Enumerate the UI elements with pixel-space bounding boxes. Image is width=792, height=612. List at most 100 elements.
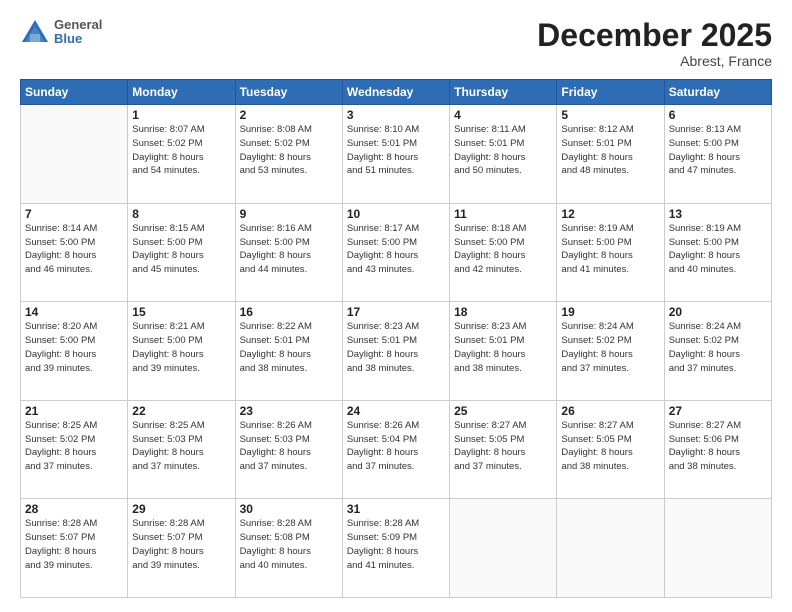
day-number: 13 [669, 207, 767, 221]
table-row: 17Sunrise: 8:23 AMSunset: 5:01 PMDayligh… [342, 302, 449, 401]
day-number: 8 [132, 207, 230, 221]
day-info: Sunrise: 8:28 AMSunset: 5:07 PMDaylight:… [132, 517, 230, 572]
day-info: Sunrise: 8:19 AMSunset: 5:00 PMDaylight:… [561, 222, 659, 277]
day-info: Sunrise: 8:12 AMSunset: 5:01 PMDaylight:… [561, 123, 659, 178]
day-info: Sunrise: 8:23 AMSunset: 5:01 PMDaylight:… [454, 320, 552, 375]
day-number: 21 [25, 404, 123, 418]
col-wednesday: Wednesday [342, 80, 449, 105]
title-block: December 2025 Abrest, France [537, 18, 772, 69]
calendar-week-row: 21Sunrise: 8:25 AMSunset: 5:02 PMDayligh… [21, 400, 772, 499]
table-row: 13Sunrise: 8:19 AMSunset: 5:00 PMDayligh… [664, 203, 771, 302]
table-row: 5Sunrise: 8:12 AMSunset: 5:01 PMDaylight… [557, 105, 664, 204]
table-row: 21Sunrise: 8:25 AMSunset: 5:02 PMDayligh… [21, 400, 128, 499]
logo-general-label: General [54, 18, 102, 32]
table-row: 11Sunrise: 8:18 AMSunset: 5:00 PMDayligh… [450, 203, 557, 302]
day-number: 14 [25, 305, 123, 319]
day-number: 31 [347, 502, 445, 516]
calendar-table: Sunday Monday Tuesday Wednesday Thursday… [20, 79, 772, 598]
day-number: 4 [454, 108, 552, 122]
day-number: 2 [240, 108, 338, 122]
day-info: Sunrise: 8:25 AMSunset: 5:02 PMDaylight:… [25, 419, 123, 474]
day-info: Sunrise: 8:19 AMSunset: 5:00 PMDaylight:… [669, 222, 767, 277]
col-thursday: Thursday [450, 80, 557, 105]
day-info: Sunrise: 8:16 AMSunset: 5:00 PMDaylight:… [240, 222, 338, 277]
day-number: 26 [561, 404, 659, 418]
table-row: 1Sunrise: 8:07 AMSunset: 5:02 PMDaylight… [128, 105, 235, 204]
header: General Blue December 2025 Abrest, Franc… [20, 18, 772, 69]
logo-icon [20, 18, 50, 46]
table-row: 30Sunrise: 8:28 AMSunset: 5:08 PMDayligh… [235, 499, 342, 598]
calendar-week-row: 7Sunrise: 8:14 AMSunset: 5:00 PMDaylight… [21, 203, 772, 302]
day-number: 30 [240, 502, 338, 516]
page: General Blue December 2025 Abrest, Franc… [0, 0, 792, 612]
col-saturday: Saturday [664, 80, 771, 105]
day-info: Sunrise: 8:24 AMSunset: 5:02 PMDaylight:… [561, 320, 659, 375]
table-row: 31Sunrise: 8:28 AMSunset: 5:09 PMDayligh… [342, 499, 449, 598]
day-info: Sunrise: 8:07 AMSunset: 5:02 PMDaylight:… [132, 123, 230, 178]
table-row: 29Sunrise: 8:28 AMSunset: 5:07 PMDayligh… [128, 499, 235, 598]
calendar-week-row: 28Sunrise: 8:28 AMSunset: 5:07 PMDayligh… [21, 499, 772, 598]
day-info: Sunrise: 8:27 AMSunset: 5:05 PMDaylight:… [454, 419, 552, 474]
day-number: 23 [240, 404, 338, 418]
day-number: 3 [347, 108, 445, 122]
day-info: Sunrise: 8:27 AMSunset: 5:06 PMDaylight:… [669, 419, 767, 474]
day-info: Sunrise: 8:18 AMSunset: 5:00 PMDaylight:… [454, 222, 552, 277]
day-number: 24 [347, 404, 445, 418]
table-row: 28Sunrise: 8:28 AMSunset: 5:07 PMDayligh… [21, 499, 128, 598]
day-number: 9 [240, 207, 338, 221]
table-row [21, 105, 128, 204]
day-number: 20 [669, 305, 767, 319]
day-info: Sunrise: 8:27 AMSunset: 5:05 PMDaylight:… [561, 419, 659, 474]
day-info: Sunrise: 8:28 AMSunset: 5:08 PMDaylight:… [240, 517, 338, 572]
day-number: 27 [669, 404, 767, 418]
day-number: 18 [454, 305, 552, 319]
table-row: 12Sunrise: 8:19 AMSunset: 5:00 PMDayligh… [557, 203, 664, 302]
day-number: 5 [561, 108, 659, 122]
table-row: 7Sunrise: 8:14 AMSunset: 5:00 PMDaylight… [21, 203, 128, 302]
table-row: 18Sunrise: 8:23 AMSunset: 5:01 PMDayligh… [450, 302, 557, 401]
day-number: 10 [347, 207, 445, 221]
col-tuesday: Tuesday [235, 80, 342, 105]
day-info: Sunrise: 8:17 AMSunset: 5:00 PMDaylight:… [347, 222, 445, 277]
day-info: Sunrise: 8:21 AMSunset: 5:00 PMDaylight:… [132, 320, 230, 375]
day-number: 15 [132, 305, 230, 319]
day-info: Sunrise: 8:08 AMSunset: 5:02 PMDaylight:… [240, 123, 338, 178]
table-row: 16Sunrise: 8:22 AMSunset: 5:01 PMDayligh… [235, 302, 342, 401]
table-row: 4Sunrise: 8:11 AMSunset: 5:01 PMDaylight… [450, 105, 557, 204]
day-info: Sunrise: 8:28 AMSunset: 5:09 PMDaylight:… [347, 517, 445, 572]
table-row: 6Sunrise: 8:13 AMSunset: 5:00 PMDaylight… [664, 105, 771, 204]
day-info: Sunrise: 8:26 AMSunset: 5:04 PMDaylight:… [347, 419, 445, 474]
col-friday: Friday [557, 80, 664, 105]
day-number: 29 [132, 502, 230, 516]
table-row: 20Sunrise: 8:24 AMSunset: 5:02 PMDayligh… [664, 302, 771, 401]
day-number: 22 [132, 404, 230, 418]
table-row: 14Sunrise: 8:20 AMSunset: 5:00 PMDayligh… [21, 302, 128, 401]
table-row: 8Sunrise: 8:15 AMSunset: 5:00 PMDaylight… [128, 203, 235, 302]
calendar-week-row: 14Sunrise: 8:20 AMSunset: 5:00 PMDayligh… [21, 302, 772, 401]
table-row [664, 499, 771, 598]
day-info: Sunrise: 8:26 AMSunset: 5:03 PMDaylight:… [240, 419, 338, 474]
table-row [557, 499, 664, 598]
day-number: 6 [669, 108, 767, 122]
day-info: Sunrise: 8:14 AMSunset: 5:00 PMDaylight:… [25, 222, 123, 277]
day-number: 1 [132, 108, 230, 122]
day-info: Sunrise: 8:11 AMSunset: 5:01 PMDaylight:… [454, 123, 552, 178]
day-number: 17 [347, 305, 445, 319]
day-number: 7 [25, 207, 123, 221]
logo-blue-label: Blue [54, 32, 102, 46]
table-row: 23Sunrise: 8:26 AMSunset: 5:03 PMDayligh… [235, 400, 342, 499]
day-info: Sunrise: 8:20 AMSunset: 5:00 PMDaylight:… [25, 320, 123, 375]
logo-text: General Blue [54, 18, 102, 47]
table-row: 2Sunrise: 8:08 AMSunset: 5:02 PMDaylight… [235, 105, 342, 204]
table-row: 24Sunrise: 8:26 AMSunset: 5:04 PMDayligh… [342, 400, 449, 499]
table-row: 27Sunrise: 8:27 AMSunset: 5:06 PMDayligh… [664, 400, 771, 499]
day-number: 19 [561, 305, 659, 319]
day-info: Sunrise: 8:23 AMSunset: 5:01 PMDaylight:… [347, 320, 445, 375]
day-number: 25 [454, 404, 552, 418]
day-info: Sunrise: 8:22 AMSunset: 5:01 PMDaylight:… [240, 320, 338, 375]
day-number: 28 [25, 502, 123, 516]
day-info: Sunrise: 8:15 AMSunset: 5:00 PMDaylight:… [132, 222, 230, 277]
logo: General Blue [20, 18, 102, 47]
table-row [450, 499, 557, 598]
day-info: Sunrise: 8:28 AMSunset: 5:07 PMDaylight:… [25, 517, 123, 572]
